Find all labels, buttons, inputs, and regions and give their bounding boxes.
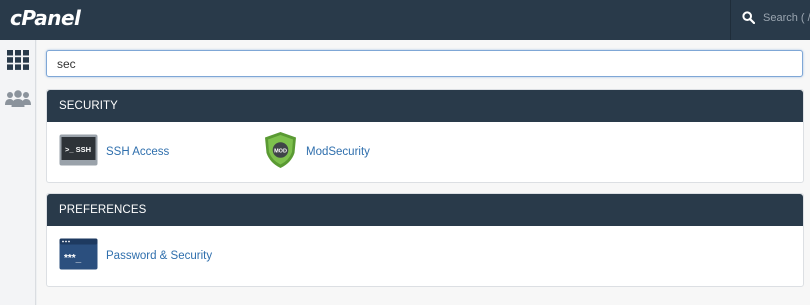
global-search-placeholder: Search ( / xyxy=(763,11,810,24)
search-icon xyxy=(742,11,755,24)
navbar-divider xyxy=(730,0,731,40)
preferences-panel-title: PREFERENCES xyxy=(59,204,147,216)
security-panel-title: SECURITY xyxy=(59,100,118,112)
security-panel: SECURITY >_ SSH SSH Access MOD ModSecuri… xyxy=(46,89,804,183)
shield-icon-text: MOD xyxy=(274,148,287,154)
password-icon: ***_ xyxy=(59,238,98,275)
left-rail xyxy=(0,40,36,305)
password-icon-text: ***_ xyxy=(64,253,82,264)
modsecurity-link[interactable]: MOD ModSecurity xyxy=(263,122,370,182)
tool-filter-input[interactable] xyxy=(46,50,803,77)
users-icon[interactable] xyxy=(5,86,31,110)
password-security-label: Password & Security xyxy=(106,250,213,262)
terminal-icon-text: >_ SSH xyxy=(65,145,91,154)
ssh-access-link[interactable]: >_ SSH SSH Access xyxy=(59,122,169,182)
security-panel-header[interactable]: SECURITY xyxy=(47,90,803,122)
preferences-panel-body: ***_ Password & Security xyxy=(47,226,803,286)
preferences-panel-header[interactable]: PREFERENCES xyxy=(47,194,803,226)
modsecurity-label: ModSecurity xyxy=(306,146,370,158)
global-search[interactable]: Search ( / xyxy=(742,11,810,24)
preferences-panel: PREFERENCES ***_ Password & Security xyxy=(46,193,804,287)
ssh-access-label: SSH Access xyxy=(106,146,170,158)
main-content: SECURITY >_ SSH SSH Access xyxy=(37,40,810,305)
terminal-icon: >_ SSH xyxy=(59,134,98,171)
grid-icon[interactable] xyxy=(5,48,31,72)
security-panel-body: >_ SSH SSH Access MOD ModSecurity xyxy=(47,122,803,182)
password-security-link[interactable]: ***_ Password & Security xyxy=(59,226,212,286)
top-navbar: cPanel Search ( / xyxy=(0,0,810,40)
shield-icon: MOD xyxy=(263,131,298,174)
cpanel-logo[interactable]: cPanel xyxy=(10,6,81,30)
